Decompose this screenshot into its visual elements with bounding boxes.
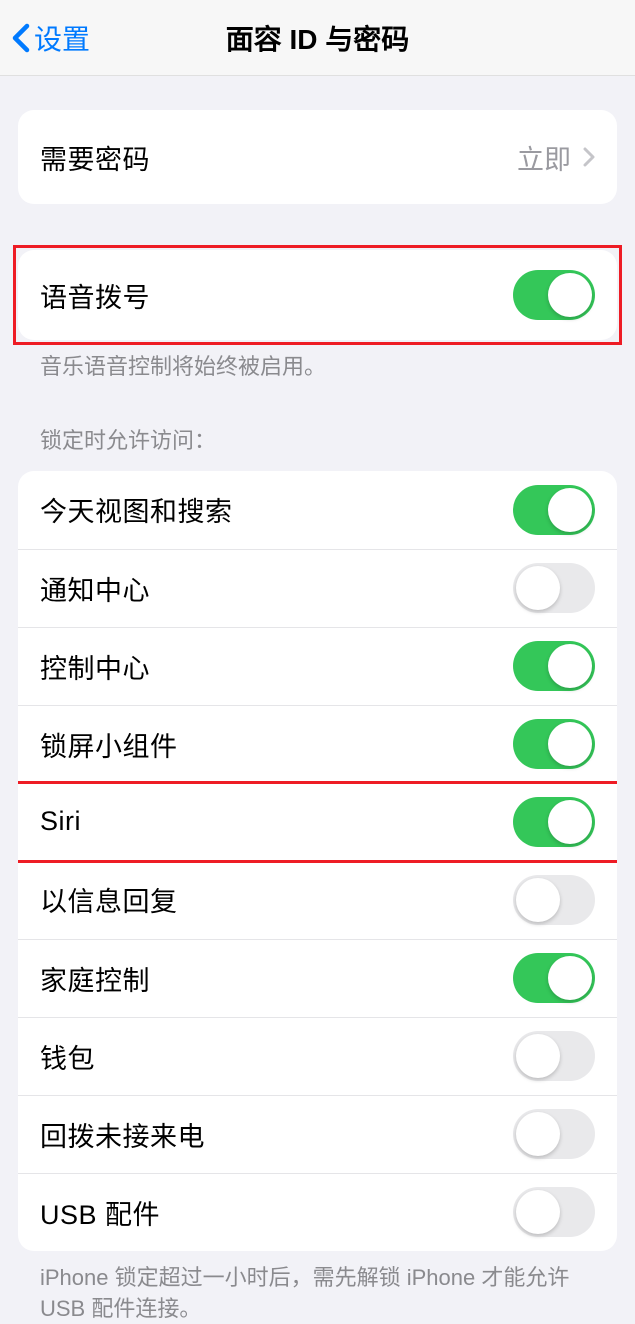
toggle-knob: [516, 878, 560, 922]
toggle-knob: [548, 956, 592, 1000]
navigation-bar: 设置 面容 ID 与密码: [0, 0, 635, 76]
chevron-right-icon: [583, 147, 595, 167]
lock-access-toggle[interactable]: [513, 485, 595, 535]
toggle-knob: [548, 644, 592, 688]
lock-access-toggle[interactable]: [513, 641, 595, 691]
lock-access-row: 控制中心: [18, 627, 617, 705]
lock-access-group: 今天视图和搜索通知中心控制中心锁屏小组件 Siri 以信息回复家庭控制钱包回拨未接来…: [18, 471, 617, 1251]
lock-access-row: 通知中心: [18, 549, 617, 627]
siri-row-wrapper: Siri: [18, 783, 617, 861]
lock-access-label: 回拨未接来电: [40, 1115, 205, 1154]
voice-dial-row: 语音拨号: [18, 250, 617, 340]
lock-access-footer: iPhone 锁定超过一小时后，需先解锁 iPhone 才能允许USB 配件连接…: [18, 1251, 617, 1324]
lock-access-label: 钱包: [40, 1037, 95, 1076]
passcode-group: 需要密码 立即: [18, 110, 617, 204]
lock-access-label: USB 配件: [40, 1193, 160, 1232]
lock-access-row: USB 配件: [18, 1173, 617, 1251]
lock-access-label: 锁屏小组件: [40, 725, 178, 764]
require-passcode-label: 需要密码: [40, 138, 150, 177]
lock-access-row: 锁屏小组件: [18, 705, 617, 783]
lock-access-label: 今天视图和搜索: [40, 490, 233, 529]
voice-dial-group: 语音拨号: [18, 250, 617, 340]
voice-dial-label: 语音拨号: [40, 276, 150, 315]
lock-access-header: 锁定时允许访问：: [18, 383, 617, 455]
lock-access-row: 钱包: [18, 1017, 617, 1095]
chevron-left-icon: [12, 23, 30, 53]
lock-access-row: 家庭控制: [18, 939, 617, 1017]
toggle-knob: [516, 566, 560, 610]
toggle-knob: [516, 1034, 560, 1078]
lock-access-label: 以信息回复: [40, 880, 178, 919]
lock-access-label: Siri: [40, 806, 81, 837]
lock-access-row: Siri: [18, 783, 617, 861]
lock-access-toggle[interactable]: [513, 875, 595, 925]
lock-access-toggle[interactable]: [513, 797, 595, 847]
lock-access-label: 通知中心: [40, 569, 150, 608]
toggle-knob: [548, 722, 592, 766]
lock-access-label: 控制中心: [40, 647, 150, 686]
toggle-knob: [548, 273, 592, 317]
toggle-knob: [516, 1112, 560, 1156]
lock-access-label: 家庭控制: [40, 959, 150, 998]
lock-access-toggle[interactable]: [513, 1031, 595, 1081]
toggle-knob: [548, 800, 592, 844]
lock-access-row: 以信息回复: [18, 861, 617, 939]
toggle-knob: [516, 1190, 560, 1234]
voice-dial-footer: 音乐语音控制将始终被启用。: [18, 340, 617, 383]
require-passcode-row[interactable]: 需要密码 立即: [18, 110, 617, 204]
page-title: 面容 ID 与密码: [226, 18, 410, 58]
lock-access-toggle[interactable]: [513, 719, 595, 769]
back-label: 设置: [34, 18, 90, 58]
toggle-knob: [548, 488, 592, 532]
lock-access-row: 今天视图和搜索: [18, 471, 617, 549]
lock-access-toggle[interactable]: [513, 953, 595, 1003]
lock-access-row: 回拨未接来电: [18, 1095, 617, 1173]
voice-dial-toggle[interactable]: [513, 270, 595, 320]
lock-access-toggle[interactable]: [513, 1187, 595, 1237]
lock-access-toggle[interactable]: [513, 1109, 595, 1159]
require-passcode-value: 立即: [517, 138, 571, 177]
back-button[interactable]: 设置: [12, 18, 90, 58]
lock-access-toggle[interactable]: [513, 563, 595, 613]
